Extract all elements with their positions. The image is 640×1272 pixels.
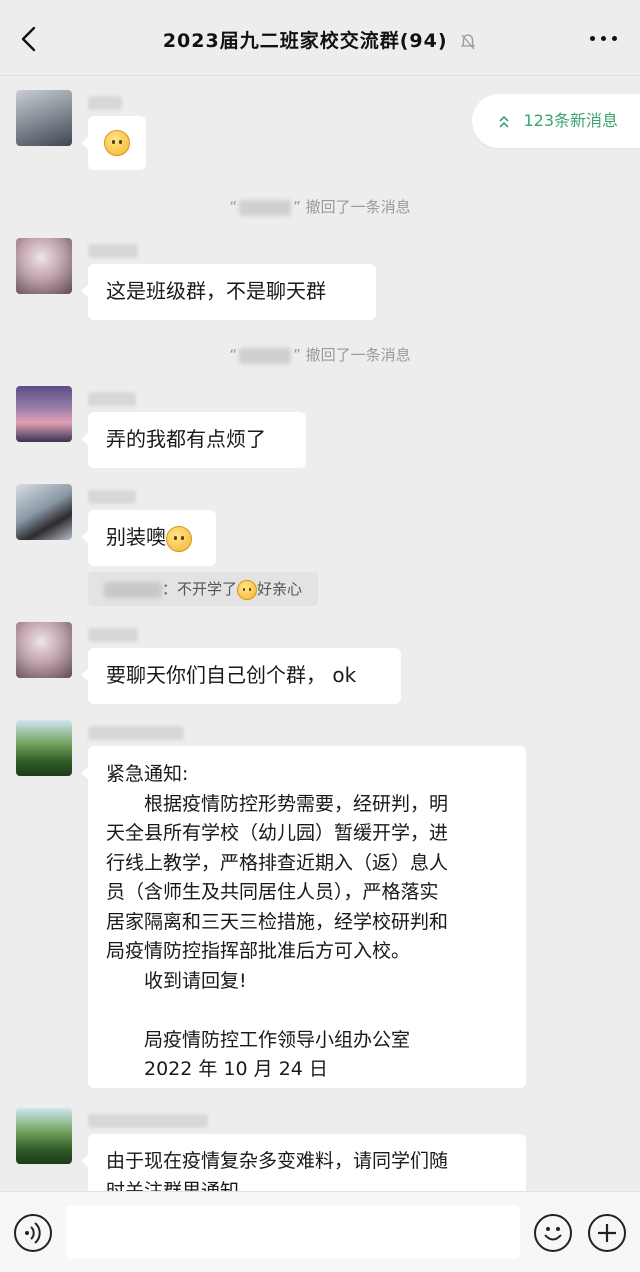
recall-notice: “” 撤回了一条消息 bbox=[229, 198, 411, 216]
avatar[interactable] bbox=[16, 238, 72, 294]
blurred-name bbox=[104, 581, 162, 598]
message-bubble[interactable] bbox=[81, 116, 146, 170]
message-bubble[interactable]: 弄的我都有点烦了 bbox=[81, 412, 306, 468]
avatar[interactable] bbox=[16, 90, 72, 146]
avatar[interactable] bbox=[16, 386, 72, 442]
message-text: 弄的我都有点烦了 bbox=[106, 427, 266, 451]
recall-notice: “” 撤回了一条消息 bbox=[229, 346, 411, 364]
double-chevron-up-icon bbox=[499, 115, 509, 128]
notice-line: 员（含师生及共同居住人员），严格落实 bbox=[106, 881, 439, 903]
blurred-name bbox=[239, 199, 292, 216]
message-line: 时关注群里通知 bbox=[106, 1180, 240, 1191]
sender-name bbox=[88, 244, 138, 258]
recall-text: 撤回了一条消息 bbox=[305, 198, 411, 216]
new-messages-button[interactable]: 123条新消息 bbox=[472, 94, 640, 148]
notice-line: 2022 年 10 月 24 日 bbox=[106, 1058, 328, 1080]
notice-line: 收到请回复! bbox=[106, 969, 247, 992]
notice-line: 天全县所有学校（幼儿园）暂缓开学，进 bbox=[106, 822, 449, 844]
avatar[interactable] bbox=[16, 484, 72, 540]
notice-line: 居家隔离和三天三检措施，经学校研判和 bbox=[106, 910, 449, 933]
chat-header: 2023届九二班家校交流群(94) bbox=[0, 0, 640, 76]
chat-title: 2023届九二班家校交流群(94) bbox=[0, 26, 640, 53]
notice-line: 局疫情防控指挥部批准后方可入校。 bbox=[106, 940, 411, 962]
message-line: 由于现在疫情复杂多变难料，请同学们随 bbox=[106, 1150, 449, 1172]
message-bubble[interactable]: 这是班级群，不是聊天群 bbox=[81, 264, 376, 320]
plus-icon[interactable] bbox=[588, 1214, 626, 1252]
chat-area[interactable]: 123条新消息 “” 撤回了一条消息 这是班级群，不是聊天群 “” 撤回了一条消… bbox=[0, 76, 640, 1191]
chat-title-text: 2023届九二班家校交流群(94) bbox=[162, 30, 448, 52]
sender-name bbox=[88, 392, 136, 406]
new-messages-label: 123条新消息 bbox=[523, 111, 618, 130]
notice-line: 紧急通知: bbox=[106, 763, 189, 785]
notice-line: 根据疫情防控形势需要，经研判，明 bbox=[106, 792, 449, 815]
notice-bubble[interactable]: 紧急通知: 根据疫情防控形势需要，经研判，明 天全县所有学校（幼儿园）暂缓开学，… bbox=[81, 746, 526, 1088]
quote-text: ：不开学了 bbox=[162, 580, 238, 598]
voice-waves-icon bbox=[25, 1222, 41, 1244]
sender-name bbox=[88, 628, 138, 642]
message-bubble[interactable]: 由于现在疫情复杂多变难料，请同学们随 时关注群里通知 bbox=[81, 1134, 526, 1191]
voice-icon[interactable] bbox=[14, 1214, 52, 1252]
input-toolbar bbox=[0, 1191, 640, 1272]
sender-name bbox=[88, 96, 122, 110]
avatar[interactable] bbox=[16, 720, 72, 776]
sender-name bbox=[88, 726, 184, 740]
smile-emoji-icon bbox=[166, 525, 192, 552]
message-text: 别装噢 bbox=[106, 525, 166, 549]
notice-line bbox=[106, 996, 508, 1026]
quote-text-after: 好亲心 bbox=[257, 580, 303, 598]
bell-muted-icon bbox=[460, 33, 476, 49]
quoted-reply[interactable]: ：不开学了 好亲心 bbox=[88, 572, 319, 606]
avatar[interactable] bbox=[16, 622, 72, 678]
blurred-name bbox=[239, 347, 292, 364]
more-options-icon[interactable] bbox=[590, 36, 618, 44]
face-emoji-icon bbox=[104, 130, 130, 156]
recall-text: 撤回了一条消息 bbox=[305, 346, 411, 364]
message-text: 这是班级群，不是聊天群 bbox=[106, 279, 326, 303]
smiley-icon[interactable] bbox=[534, 1214, 572, 1252]
notice-line: 行线上教学，严格排查近期入（返）息人 bbox=[106, 851, 449, 874]
face-emoji-icon bbox=[237, 579, 258, 600]
message-bubble[interactable]: 别装噢 bbox=[81, 510, 216, 566]
smiley-face-icon bbox=[544, 1227, 562, 1241]
notice-line: 局疫情防控工作领导小组办公室 bbox=[106, 1028, 411, 1051]
plus-sign-icon bbox=[598, 1224, 616, 1242]
sender-name bbox=[88, 490, 136, 504]
message-text: 要聊天你们自己创个群， ok bbox=[106, 663, 357, 687]
avatar[interactable] bbox=[16, 1108, 72, 1164]
sender-name bbox=[88, 1114, 208, 1128]
message-bubble[interactable]: 要聊天你们自己创个群， ok bbox=[81, 648, 401, 704]
message-input[interactable] bbox=[66, 1205, 520, 1259]
